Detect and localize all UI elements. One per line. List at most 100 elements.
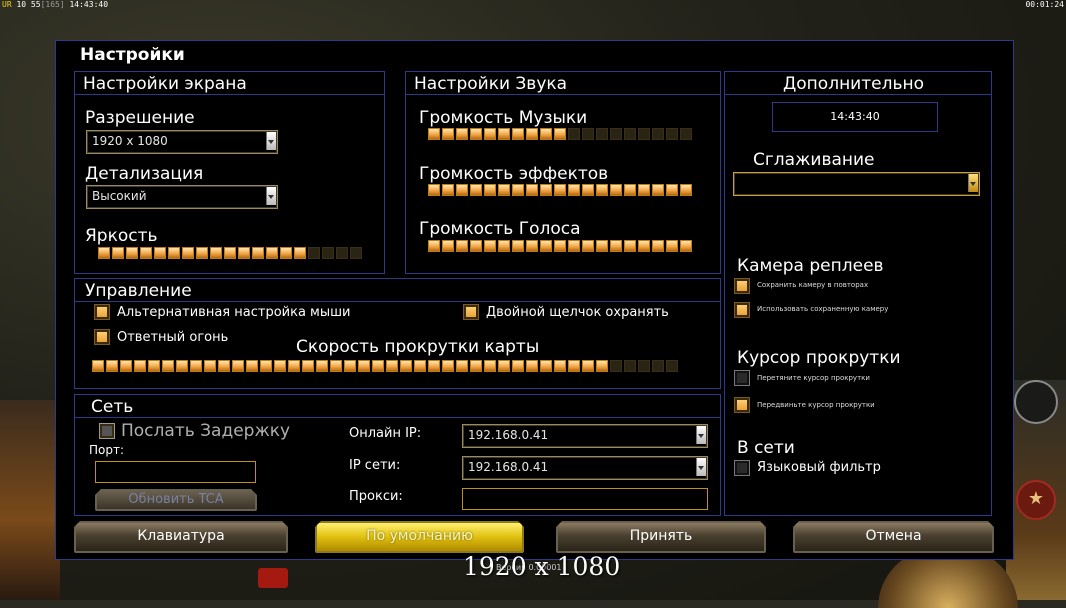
slider-segment[interactable] bbox=[162, 360, 174, 372]
slider-segment[interactable] bbox=[652, 240, 664, 252]
slider-segment[interactable] bbox=[540, 184, 552, 196]
slider-segment[interactable] bbox=[540, 240, 552, 252]
save-camera-checkbox[interactable] bbox=[734, 278, 750, 294]
slider-segment[interactable] bbox=[498, 240, 510, 252]
slider-segment[interactable] bbox=[106, 360, 118, 372]
brightness-slider[interactable] bbox=[98, 247, 362, 260]
slider-segment[interactable] bbox=[470, 128, 482, 140]
slider-segment[interactable] bbox=[414, 360, 426, 372]
slider-segment[interactable] bbox=[428, 240, 440, 252]
slider-segment[interactable] bbox=[596, 128, 608, 140]
slider-segment[interactable] bbox=[624, 360, 636, 372]
alt-mouse-checkbox[interactable] bbox=[94, 304, 110, 320]
slider-segment[interactable] bbox=[638, 240, 650, 252]
slider-segment[interactable] bbox=[484, 184, 496, 196]
slider-segment[interactable] bbox=[400, 360, 412, 372]
slider-segment[interactable] bbox=[512, 240, 524, 252]
slider-segment[interactable] bbox=[498, 184, 510, 196]
slider-segment[interactable] bbox=[498, 360, 510, 372]
slider-segment[interactable] bbox=[210, 247, 222, 259]
effects-volume-slider[interactable] bbox=[428, 184, 692, 197]
slider-segment[interactable] bbox=[582, 128, 594, 140]
slider-segment[interactable] bbox=[624, 184, 636, 196]
slider-segment[interactable] bbox=[428, 184, 440, 196]
slider-segment[interactable] bbox=[112, 247, 124, 259]
slider-segment[interactable] bbox=[176, 360, 188, 372]
slider-segment[interactable] bbox=[470, 184, 482, 196]
slider-segment[interactable] bbox=[568, 360, 580, 372]
slider-segment[interactable] bbox=[456, 184, 468, 196]
slider-segment[interactable] bbox=[568, 240, 580, 252]
slider-segment[interactable] bbox=[428, 128, 440, 140]
slider-segment[interactable] bbox=[624, 240, 636, 252]
voice-volume-slider[interactable] bbox=[428, 240, 692, 253]
slider-segment[interactable] bbox=[540, 360, 552, 372]
slider-segment[interactable] bbox=[470, 240, 482, 252]
slider-segment[interactable] bbox=[168, 247, 180, 259]
slider-segment[interactable] bbox=[554, 240, 566, 252]
slider-segment[interactable] bbox=[336, 247, 348, 259]
accept-button[interactable]: Принять bbox=[556, 521, 766, 553]
slider-segment[interactable] bbox=[680, 240, 692, 252]
chevron-down-icon[interactable] bbox=[968, 174, 978, 192]
slider-segment[interactable] bbox=[610, 184, 622, 196]
slider-segment[interactable] bbox=[484, 240, 496, 252]
chevron-down-icon[interactable] bbox=[696, 458, 706, 476]
slider-segment[interactable] bbox=[98, 247, 110, 259]
double-click-checkbox[interactable] bbox=[463, 304, 479, 320]
slider-segment[interactable] bbox=[246, 360, 258, 372]
slider-segment[interactable] bbox=[386, 360, 398, 372]
slider-segment[interactable] bbox=[442, 128, 454, 140]
slider-segment[interactable] bbox=[308, 247, 320, 259]
slider-segment[interactable] bbox=[638, 128, 650, 140]
slider-segment[interactable] bbox=[218, 360, 230, 372]
slider-segment[interactable] bbox=[484, 128, 496, 140]
slider-segment[interactable] bbox=[666, 240, 678, 252]
resolution-dropdown[interactable]: 1920 x 1080 bbox=[86, 130, 278, 154]
slider-segment[interactable] bbox=[288, 360, 300, 372]
slider-segment[interactable] bbox=[526, 360, 538, 372]
slider-segment[interactable] bbox=[322, 247, 334, 259]
slider-segment[interactable] bbox=[204, 360, 216, 372]
slider-segment[interactable] bbox=[652, 184, 664, 196]
online-ip-dropdown[interactable]: 192.168.0.41 bbox=[462, 424, 708, 448]
slider-segment[interactable] bbox=[596, 240, 608, 252]
slider-segment[interactable] bbox=[280, 247, 292, 259]
slider-segment[interactable] bbox=[652, 360, 664, 372]
slider-segment[interactable] bbox=[568, 128, 580, 140]
slider-segment[interactable] bbox=[92, 360, 104, 372]
slider-segment[interactable] bbox=[610, 128, 622, 140]
slider-segment[interactable] bbox=[372, 360, 384, 372]
move-cursor-radio[interactable] bbox=[734, 397, 750, 413]
slider-segment[interactable] bbox=[638, 184, 650, 196]
slider-segment[interactable] bbox=[540, 128, 552, 140]
keyboard-button[interactable]: Клавиатура bbox=[74, 521, 288, 553]
slider-segment[interactable] bbox=[316, 360, 328, 372]
slider-segment[interactable] bbox=[154, 247, 166, 259]
slider-segment[interactable] bbox=[568, 184, 580, 196]
drag-cursor-radio[interactable] bbox=[734, 370, 750, 386]
slider-segment[interactable] bbox=[442, 184, 454, 196]
use-saved-camera-checkbox[interactable] bbox=[734, 302, 750, 318]
cancel-button[interactable]: Отмена bbox=[793, 521, 994, 553]
chevron-down-icon[interactable] bbox=[696, 426, 706, 444]
port-input[interactable] bbox=[95, 461, 256, 483]
slider-segment[interactable] bbox=[358, 360, 370, 372]
slider-segment[interactable] bbox=[302, 360, 314, 372]
slider-segment[interactable] bbox=[526, 128, 538, 140]
slider-segment[interactable] bbox=[512, 184, 524, 196]
music-volume-slider[interactable] bbox=[428, 128, 692, 141]
slider-segment[interactable] bbox=[120, 360, 132, 372]
slider-segment[interactable] bbox=[456, 240, 468, 252]
slider-segment[interactable] bbox=[582, 240, 594, 252]
slider-segment[interactable] bbox=[554, 184, 566, 196]
slider-segment[interactable] bbox=[148, 360, 160, 372]
slider-segment[interactable] bbox=[666, 128, 678, 140]
update-tca-button[interactable]: Обновить TCA bbox=[95, 489, 257, 511]
chevron-down-icon[interactable] bbox=[266, 187, 276, 205]
scroll-speed-slider[interactable] bbox=[92, 360, 678, 373]
slider-segment[interactable] bbox=[680, 128, 692, 140]
slider-segment[interactable] bbox=[526, 184, 538, 196]
slider-segment[interactable] bbox=[190, 360, 202, 372]
slider-segment[interactable] bbox=[252, 247, 264, 259]
